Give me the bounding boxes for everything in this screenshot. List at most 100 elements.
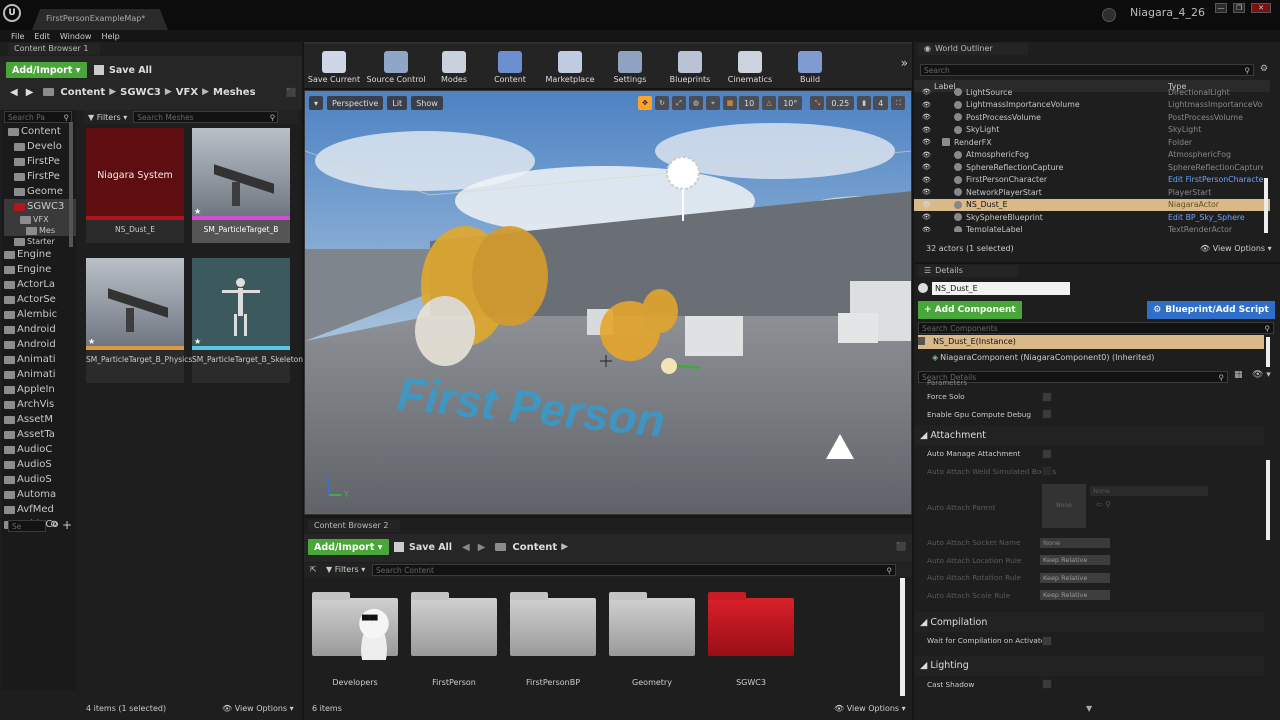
level-viewport[interactable]: First Person Z Y ▾ Perspective Lit Show … xyxy=(304,90,912,515)
camera-speed-value[interactable]: 4 xyxy=(873,96,889,110)
back-arrow-icon[interactable]: ◀ xyxy=(10,87,18,98)
tree-item[interactable]: Alembic xyxy=(4,307,76,322)
back-arrow-icon[interactable]: ◀ xyxy=(462,542,470,553)
visibility-eye-icon[interactable]: 👁 xyxy=(922,188,931,196)
level-tab[interactable]: FirstPersonExampleMap* xyxy=(32,9,168,30)
folder-developers[interactable]: ▀▀ Developers xyxy=(312,590,398,687)
tree-item[interactable]: FirstPe xyxy=(4,169,76,184)
perspective-button[interactable]: Perspective xyxy=(327,96,384,110)
toolbar-button-marketplace[interactable]: Marketplace xyxy=(540,44,600,88)
asset-search-input[interactable]: Search Meshes ⚲ xyxy=(133,111,279,123)
minimize-button[interactable]: — xyxy=(1215,3,1227,13)
asset-skeleton[interactable]: ★ SM_ParticleTarget_B_Skeleton xyxy=(192,258,303,383)
outliner-row[interactable]: 👁 LightSource DirectionalLight xyxy=(914,86,1270,99)
attachment-category[interactable]: ◢ Attachment xyxy=(914,425,1264,445)
menu-help[interactable]: Help xyxy=(101,32,119,41)
tree-item[interactable]: AppleIn xyxy=(4,382,76,397)
toolbar-button-cinematics[interactable]: Cinematics xyxy=(720,44,780,88)
filters-button-2[interactable]: ▼ Filters ▾ xyxy=(326,565,365,574)
maximize-viewport-icon[interactable]: ⛶ xyxy=(891,96,906,110)
toolbar-button-content[interactable]: Content xyxy=(480,44,540,88)
forward-arrow-icon[interactable]: ▶ xyxy=(478,542,486,553)
close-button[interactable]: ✕ xyxy=(1251,3,1271,13)
visibility-eye-icon[interactable]: 👁 xyxy=(922,176,931,184)
toolbar-button-build[interactable]: Build xyxy=(780,44,840,88)
cb2-view-options[interactable]: 👁 View Options ▾ xyxy=(834,704,906,713)
cast-shadow-checkbox[interactable] xyxy=(1042,679,1052,690)
browse-arrow-icon[interactable]: ⇦ ⚲ xyxy=(1096,500,1111,509)
visibility-eye-icon[interactable]: 👁 xyxy=(922,226,931,232)
tree-search-input[interactable]: Search Pa ⚲ xyxy=(4,111,72,123)
scale-icon[interactable]: ⤢ xyxy=(672,96,686,110)
blueprint-add-script-button[interactable]: ⚙ Blueprint/Add Script xyxy=(1147,301,1275,319)
outliner-view-options[interactable]: 👁 View Options ▾ xyxy=(1200,244,1272,253)
folder-sgwc3[interactable]: SGWC3 xyxy=(708,590,794,687)
visibility-eye-icon[interactable]: 👁 xyxy=(922,201,931,209)
tree-item[interactable]: Develo xyxy=(4,139,76,154)
auto-manage-checkbox[interactable] xyxy=(1042,448,1052,459)
tree-item[interactable]: Android xyxy=(4,322,76,337)
content-browser-2-tab[interactable]: Content Browser 2 xyxy=(308,520,400,532)
niagara-component-row[interactable]: ◈ NiagaraComponent (NiagaraComponent0) (I… xyxy=(932,353,1154,362)
folder-geometry[interactable]: Geometry xyxy=(609,590,695,687)
visibility-eye-icon[interactable]: 👁 xyxy=(922,126,931,134)
visibility-eye-icon[interactable]: 👁 xyxy=(922,138,931,146)
property-matrix-icon[interactable]: ▦ xyxy=(1234,370,1243,380)
tree-item[interactable]: Animati xyxy=(4,352,76,367)
actor-name-field[interactable]: NS_Dust_E xyxy=(932,282,1070,295)
toolbar-button-source-control[interactable]: Source Control xyxy=(364,44,428,88)
sources-toggle-icon[interactable]: ⇱ xyxy=(310,565,317,574)
tree-item[interactable]: Content xyxy=(4,124,76,139)
socket-input[interactable]: None xyxy=(1040,537,1110,548)
details-tab[interactable]: ☰ Details xyxy=(918,265,1018,277)
toolbar-button-modes[interactable]: Modes xyxy=(428,44,480,88)
outliner-row[interactable]: 👁 TemplateLabel TextRenderActor xyxy=(914,224,1270,232)
force-solo-checkbox[interactable] xyxy=(1042,391,1052,402)
folder-firstperson[interactable]: FirstPerson xyxy=(411,590,497,687)
world-outliner-tab[interactable]: ◉ World Outliner xyxy=(918,43,1028,55)
components-scrollbar[interactable] xyxy=(1266,337,1270,367)
scale-rule-dropdown[interactable]: Keep Relative xyxy=(1040,590,1110,601)
toolbar-button-blueprints[interactable]: Blueprints xyxy=(660,44,720,88)
rotation-snap-value[interactable]: 10° xyxy=(778,96,803,110)
crumb-vfx[interactable]: VFX xyxy=(176,87,198,98)
outliner-scrollbar[interactable] xyxy=(1264,178,1268,233)
visibility-eye-icon[interactable]: 👁 xyxy=(922,101,931,109)
asset-physics-asset[interactable]: ★ SM_ParticleTarget_B_PhysicsAsset xyxy=(86,258,213,383)
outliner-row[interactable]: 👁 LightmassImportanceVolume LightmassImpor… xyxy=(914,99,1270,112)
tree-item[interactable]: ActorSe xyxy=(4,292,76,307)
folder-firstpersonbp[interactable]: FirstPersonBP xyxy=(510,590,596,687)
lit-button[interactable]: Lit xyxy=(387,96,408,110)
tree-item[interactable]: AudioC xyxy=(4,442,76,457)
asset-ns-dust-e[interactable]: Niagara System NS_Dust_E xyxy=(86,128,184,243)
rotate-icon[interactable]: ↻ xyxy=(655,96,669,110)
world-icon[interactable]: ◍ xyxy=(689,96,703,110)
crumb-content[interactable]: Content xyxy=(60,87,105,98)
gpu-debug-checkbox[interactable] xyxy=(1042,409,1052,420)
maximize-button[interactable]: ❐ xyxy=(1233,3,1245,13)
parent-dropdown[interactable]: None xyxy=(1090,486,1208,496)
visibility-eye-icon[interactable]: 👁 xyxy=(922,88,931,96)
visibility-eye-icon[interactable]: 👁 xyxy=(922,163,931,171)
menu-file[interactable]: File xyxy=(11,32,24,41)
toolbar-overflow-icon[interactable]: » xyxy=(901,56,908,70)
outliner-row[interactable]: 👁 SphereReflectionCapture SphereReflection… xyxy=(914,161,1270,174)
tree-item[interactable]: AudioS xyxy=(4,472,76,487)
crumb-meshes[interactable]: Meshes xyxy=(213,87,256,98)
tree-item[interactable]: Android xyxy=(4,337,76,352)
tree-item[interactable]: Automa xyxy=(4,487,76,502)
tree-item[interactable]: Engine xyxy=(4,262,76,277)
lock-icon[interactable]: ⬛ xyxy=(286,88,296,97)
visibility-eye-icon[interactable]: 👁 xyxy=(922,113,931,121)
search-components-input[interactable]: Search Components ⚲ xyxy=(918,322,1274,334)
camera-speed-icon[interactable]: ▮ xyxy=(857,96,872,110)
add-import-button-2[interactable]: Add/Import ▾ xyxy=(308,539,389,555)
lighting-category[interactable]: ◢ Lighting xyxy=(914,655,1264,676)
scale-snap-value[interactable]: 0.25 xyxy=(826,96,855,110)
cb2-scrollbar[interactable] xyxy=(900,578,905,696)
settings-icon[interactable]: ⚙ xyxy=(50,520,58,530)
lock-icon[interactable]: ⬛ xyxy=(896,542,906,551)
scroll-down-icon[interactable]: ▼ xyxy=(1086,704,1092,713)
parent-thumbnail[interactable]: None xyxy=(1042,484,1086,528)
add-component-button[interactable]: + Add Component xyxy=(918,301,1022,319)
